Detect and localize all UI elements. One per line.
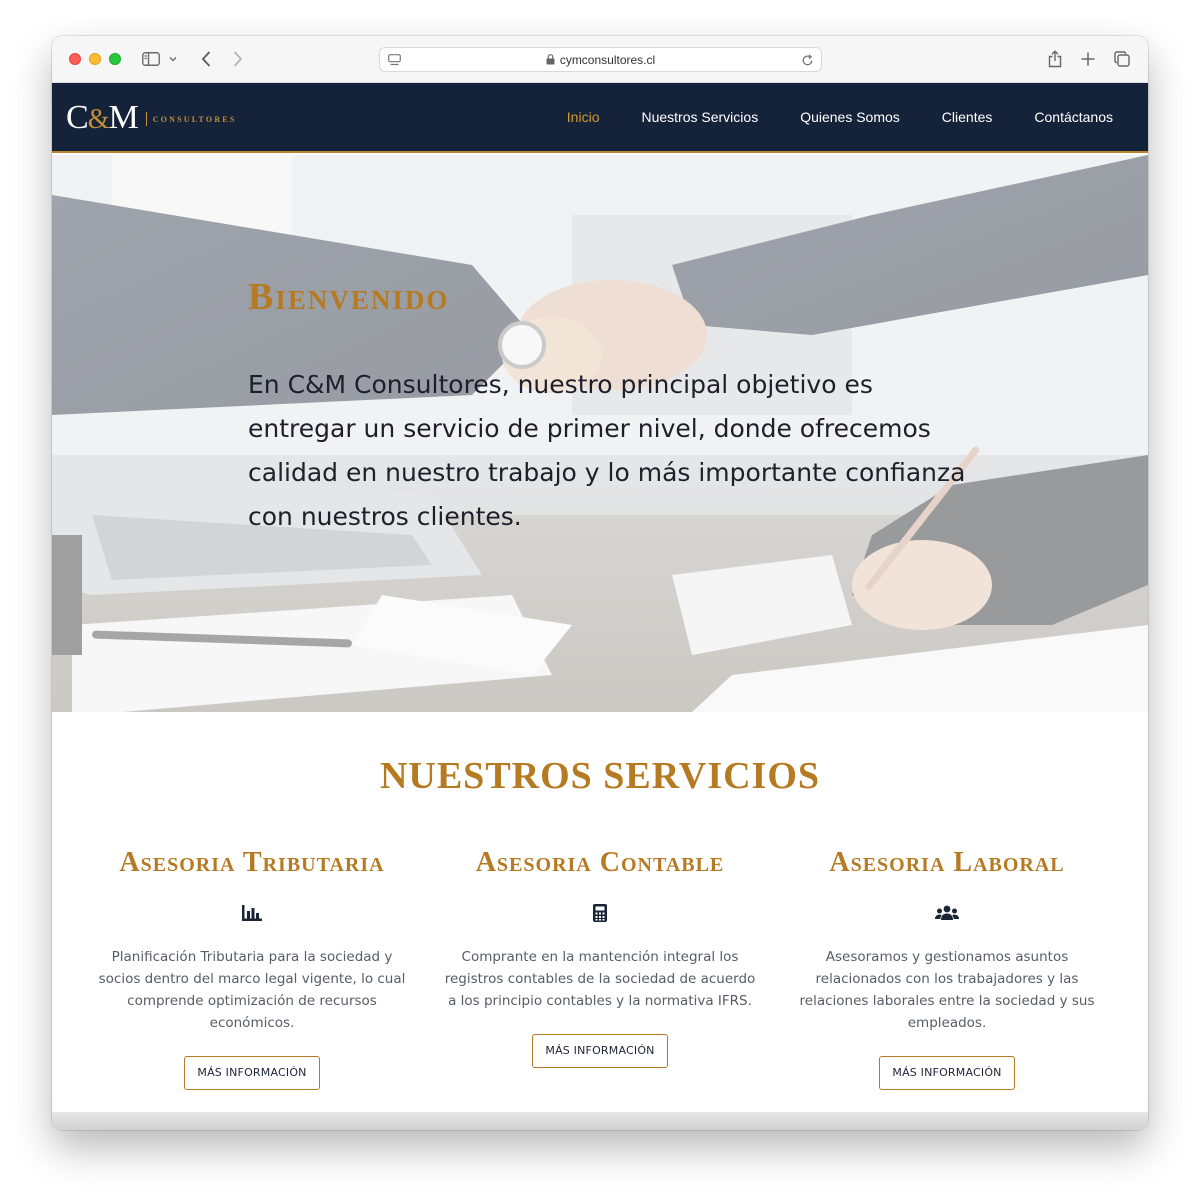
logo-divider bbox=[145, 112, 147, 126]
forward-arrow-icon[interactable] bbox=[228, 48, 248, 70]
more-info-button[interactable]: MÁS INFORMACIÓN bbox=[879, 1056, 1015, 1090]
back-arrow-icon[interactable] bbox=[196, 48, 216, 70]
service-title: Asesoria Tributaria bbox=[119, 847, 385, 878]
nav-item-clientes[interactable]: Clientes bbox=[942, 109, 993, 125]
nav-item-contactanos[interactable]: Contáctanos bbox=[1034, 109, 1113, 125]
next-section-preview bbox=[52, 1112, 1148, 1130]
lock-icon bbox=[546, 54, 555, 65]
logo-mark: C&M bbox=[66, 99, 139, 136]
bar-chart-icon bbox=[79, 902, 425, 924]
more-info-button[interactable]: MÁS INFORMACIÓN bbox=[184, 1056, 320, 1090]
service-description: Asesoramos y gestionamos asuntos relacio… bbox=[799, 949, 1095, 1031]
tabs-icon[interactable] bbox=[1112, 48, 1132, 70]
logo[interactable]: C&M CONSULTORES bbox=[66, 101, 237, 137]
hero-text: En C&M Consultores, nuestro principal ob… bbox=[248, 370, 966, 531]
services-title: NUESTROS SERVICIOS bbox=[379, 755, 821, 797]
plus-icon[interactable] bbox=[1078, 48, 1098, 70]
share-icon[interactable] bbox=[1045, 48, 1065, 70]
more-info-button[interactable]: MÁS INFORMACIÓN bbox=[532, 1034, 668, 1068]
reload-icon[interactable] bbox=[799, 52, 815, 68]
zoom-window-button[interactable] bbox=[109, 53, 121, 65]
service-title: Asesoria Contable bbox=[475, 847, 725, 878]
service-title: Asesoria Laboral bbox=[829, 847, 1065, 878]
service-card-contable: Asesoria Contable Comprante en la manten… bbox=[427, 844, 773, 1068]
nav-item-inicio[interactable]: Inicio bbox=[567, 109, 600, 125]
logo-subtitle: CONSULTORES bbox=[152, 114, 237, 124]
hero-title: Bienvenido bbox=[248, 276, 450, 318]
nav-item-quienes-somos[interactable]: Quienes Somos bbox=[800, 109, 900, 125]
site-header: C&M CONSULTORES Inicio Nuestros Servicio… bbox=[52, 83, 1148, 153]
service-card-laboral: Asesoria Laboral Asesoramos y gestionamo… bbox=[774, 844, 1120, 1090]
minimize-window-button[interactable] bbox=[89, 53, 101, 65]
url-text: cymconsultores.cl bbox=[559, 52, 656, 67]
browser-toolbar: cymconsultores.cl bbox=[52, 36, 1148, 83]
calculator-icon bbox=[427, 902, 773, 924]
chevron-down-icon[interactable] bbox=[166, 48, 180, 70]
sidebar-icon[interactable] bbox=[140, 48, 162, 70]
hero-section: Bienvenido En C&M Consultores, nuestro p… bbox=[52, 155, 1148, 712]
nav-item-nuestros-servicios[interactable]: Nuestros Servicios bbox=[641, 109, 758, 125]
main-menu: Inicio Nuestros Servicios Quienes Somos … bbox=[567, 83, 1148, 151]
service-description: Planificación Tributaria para la socieda… bbox=[98, 949, 406, 1031]
service-card-tributaria: Asesoria Tributaria Planificación Tribut… bbox=[79, 844, 425, 1090]
address-bar[interactable]: cymconsultores.cl bbox=[379, 47, 822, 72]
service-description: Comprante en la mantención integral los … bbox=[444, 949, 756, 1009]
browser-window: cymconsultores.cl C&M CONSULTORES Inicio… bbox=[52, 36, 1148, 1130]
users-icon bbox=[774, 902, 1120, 924]
url-display[interactable]: cymconsultores.cl bbox=[380, 48, 821, 71]
close-window-button[interactable] bbox=[69, 53, 81, 65]
